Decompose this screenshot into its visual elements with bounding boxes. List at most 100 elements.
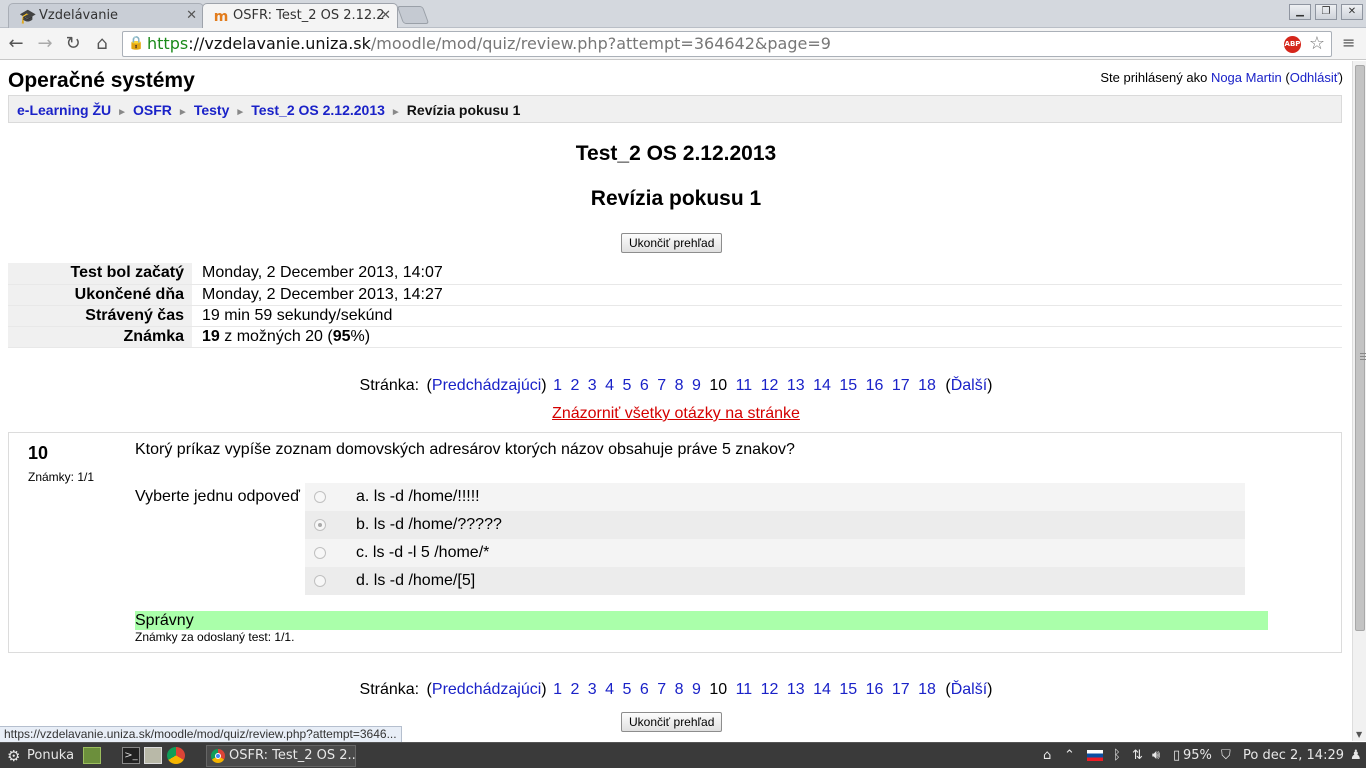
taskbar-window-osfr[interactable]: OSFR: Test_2 OS 2.... bbox=[206, 745, 356, 767]
pager-next-link[interactable]: Ďalší bbox=[951, 681, 987, 698]
tab-close-icon[interactable]: ✕ bbox=[186, 8, 197, 23]
address-bar[interactable]: 🔒 https://vzdelavanie.uniza.sk/moodle/mo… bbox=[122, 31, 1332, 57]
pager-page-link[interactable]: 1 bbox=[553, 681, 562, 698]
tab-vzdelavanie[interactable]: 🎓 Vzdelávanie ✕ bbox=[8, 3, 204, 28]
battery-icon[interactable]: ▯ bbox=[1173, 747, 1180, 765]
page-content: Operačné systémy Ste prihlásený ako Noga… bbox=[0, 61, 1352, 741]
breadcrumb-testy[interactable]: Testy bbox=[194, 102, 230, 118]
tray-expand-icon[interactable]: ⌃ bbox=[1064, 747, 1075, 765]
adblock-icon[interactable]: ABP bbox=[1284, 36, 1301, 53]
pager-page-link[interactable]: 13 bbox=[787, 681, 805, 698]
pager-page-link[interactable]: 15 bbox=[839, 681, 857, 698]
terminal-icon[interactable]: >_ bbox=[122, 747, 140, 764]
pager-page-link[interactable]: 3 bbox=[588, 681, 597, 698]
pager-page-link[interactable]: 7 bbox=[657, 377, 666, 394]
pager-prev-link[interactable]: Predchádzajúci bbox=[432, 681, 541, 698]
pager-page-link[interactable]: 8 bbox=[675, 377, 684, 394]
gear-icon[interactable]: ⚙ bbox=[7, 747, 20, 765]
pager-page-link[interactable]: 6 bbox=[640, 377, 649, 394]
pager-page-link[interactable]: 8 bbox=[675, 681, 684, 698]
radio-button[interactable] bbox=[314, 575, 326, 587]
pager-page-link[interactable]: 18 bbox=[918, 681, 936, 698]
pager-page-link[interactable]: 12 bbox=[761, 377, 779, 394]
radio-button[interactable] bbox=[314, 547, 326, 559]
volume-icon[interactable]: 🔊︎ bbox=[1152, 747, 1160, 765]
pager-page-link[interactable]: 18 bbox=[918, 377, 936, 394]
answer-option-d[interactable]: d. ls -d /home/[5] bbox=[305, 567, 1245, 595]
grade-score: 19 bbox=[202, 327, 220, 345]
close-window-button[interactable]: ✕ bbox=[1341, 4, 1363, 20]
finish-review-button-top[interactable]: Ukončiť prehľad bbox=[621, 233, 723, 253]
answer-option-a[interactable]: a. ls -d /home/!!!!! bbox=[305, 483, 1245, 511]
pager-current-page: 10 bbox=[709, 681, 728, 698]
pager-page-link[interactable]: 6 bbox=[640, 681, 649, 698]
finish-review-button-bottom[interactable]: Ukončiť prehľad bbox=[621, 712, 723, 732]
url-path: /moodle/mod/quiz/review.php?attempt=3646… bbox=[370, 34, 831, 53]
tab-osfr[interactable]: m OSFR: Test_2 OS 2.12.2 ✕ bbox=[202, 3, 398, 29]
logout-link[interactable]: Odhlásiť bbox=[1290, 70, 1339, 85]
maximize-button[interactable]: ❐ bbox=[1315, 4, 1337, 20]
pager-page-link[interactable]: 5 bbox=[623, 681, 632, 698]
pager-page-link[interactable]: 5 bbox=[623, 377, 632, 394]
started-value: Monday, 2 December 2013, 14:07 bbox=[192, 263, 1342, 285]
chrome-launcher-icon[interactable] bbox=[167, 747, 185, 764]
breadcrumb-test[interactable]: Test_2 OS 2.12.2013 bbox=[251, 102, 385, 118]
radio-button-selected[interactable] bbox=[314, 519, 326, 531]
radio-button[interactable] bbox=[314, 491, 326, 503]
breadcrumb-osfr[interactable]: OSFR bbox=[133, 102, 172, 118]
scroll-down-icon[interactable]: ▼ bbox=[1356, 730, 1362, 739]
breadcrumb-elearning[interactable]: e-Learning ŽU bbox=[17, 102, 111, 118]
notifications-icon[interactable]: ♟ bbox=[1350, 747, 1362, 765]
forward-icon[interactable]: → bbox=[34, 33, 56, 55]
pager-page-link[interactable]: 9 bbox=[692, 681, 701, 698]
lock-icon: 🔒 bbox=[128, 36, 145, 51]
clock[interactable]: Po dec 2, 14:29 bbox=[1243, 747, 1344, 765]
home-icon[interactable]: ⌂ bbox=[91, 33, 113, 55]
pager-page-link[interactable]: 17 bbox=[892, 377, 910, 394]
pager-page-link[interactable]: 14 bbox=[813, 681, 831, 698]
pager-page-link[interactable]: 7 bbox=[657, 681, 666, 698]
pager-page-link[interactable]: 16 bbox=[866, 377, 884, 394]
show-all-questions-link[interactable]: Znázorniť všetky otázky na stránke bbox=[0, 405, 1352, 423]
reload-icon[interactable]: ↻ bbox=[62, 33, 84, 55]
moodle-icon: m bbox=[213, 9, 229, 25]
pager-page-link[interactable]: 15 bbox=[839, 377, 857, 394]
browser-menu-icon[interactable]: ≡ bbox=[1342, 34, 1360, 52]
folder-icon[interactable] bbox=[144, 747, 162, 764]
menu-label[interactable]: Ponuka bbox=[27, 747, 74, 765]
bluetooth-icon[interactable]: ᛒ bbox=[1113, 747, 1121, 765]
minimize-all-icon[interactable]: ⌂ bbox=[1043, 747, 1051, 765]
page-scrollbar[interactable]: ▲ ▼ bbox=[1352, 61, 1366, 741]
pager-page-link[interactable]: 12 bbox=[761, 681, 779, 698]
pager-page-link[interactable]: 4 bbox=[605, 681, 614, 698]
pager-page-link[interactable]: 14 bbox=[813, 377, 831, 394]
pager-page-link[interactable]: 9 bbox=[692, 377, 701, 394]
desktop-icon[interactable] bbox=[83, 747, 101, 764]
pager-page-link[interactable]: 11 bbox=[736, 377, 753, 394]
correct-result-bar: Správny bbox=[135, 611, 1268, 630]
pager-page-link[interactable]: 2 bbox=[570, 681, 579, 698]
table-row: Známka 19 z možných 20 (95%) bbox=[8, 326, 1342, 348]
pager-page-link[interactable]: 1 bbox=[553, 377, 562, 394]
answer-option-c[interactable]: c. ls -d -l 5 /home/* bbox=[305, 539, 1245, 567]
pager-page-link[interactable]: 3 bbox=[588, 377, 597, 394]
pager-page-link[interactable]: 16 bbox=[866, 681, 884, 698]
shield-icon[interactable]: ⛉ bbox=[1221, 747, 1231, 765]
pager-page-link[interactable]: 13 bbox=[787, 377, 805, 394]
minimize-button[interactable]: ▁ bbox=[1289, 4, 1311, 20]
pager-page-link[interactable]: 11 bbox=[736, 681, 753, 698]
bookmark-star-icon[interactable]: ☆ bbox=[1309, 32, 1325, 56]
network-icon[interactable]: ⇅ bbox=[1132, 747, 1143, 765]
tab-close-icon[interactable]: ✕ bbox=[380, 8, 391, 23]
back-icon[interactable]: ← bbox=[5, 33, 27, 55]
user-link[interactable]: Noga Martin bbox=[1211, 70, 1282, 85]
answer-option-b[interactable]: b. ls -d /home/????? bbox=[305, 511, 1245, 539]
scrollbar-thumb[interactable] bbox=[1355, 65, 1366, 631]
pager-prev-link[interactable]: Predchádzajúci bbox=[432, 377, 541, 394]
new-tab-button[interactable] bbox=[396, 6, 430, 24]
pager-page-link[interactable]: 2 bbox=[570, 377, 579, 394]
pager-next-link[interactable]: Ďalší bbox=[951, 377, 987, 394]
pager-page-link[interactable]: 17 bbox=[892, 681, 910, 698]
pager-page-link[interactable]: 4 bbox=[605, 377, 614, 394]
sk-flag-icon[interactable] bbox=[1087, 750, 1103, 761]
